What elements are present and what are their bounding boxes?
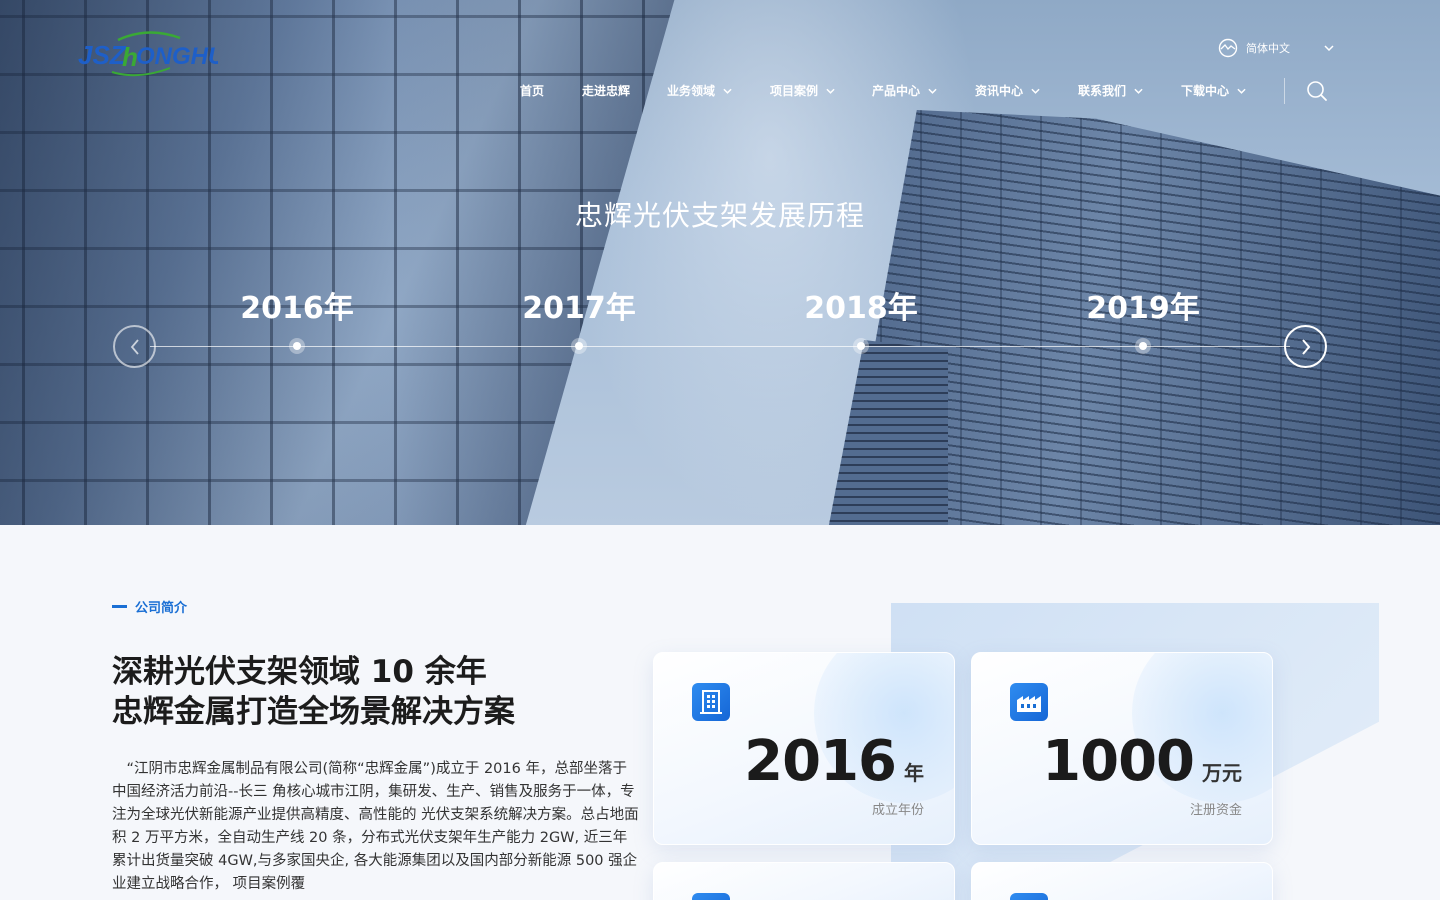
stat-label: 注册资金 <box>1189 803 1242 818</box>
nav-label: 资讯中心 <box>975 84 1024 98</box>
stat-card-founded: 2016 年 成立年份 <box>653 652 955 845</box>
svg-text:ONGHUI: ONGHUI <box>136 43 218 70</box>
timeline-year[interactable]: 2019年 <box>1063 283 1223 327</box>
stat-icon <box>1010 893 1048 900</box>
stat-number: 1000 <box>1042 729 1195 794</box>
timeline-dot[interactable] <box>571 338 587 354</box>
nav-item-business[interactable]: 业务领域 <box>667 82 732 99</box>
chevron-down-icon <box>1237 88 1246 94</box>
timeline-year[interactable]: 2018年 <box>781 283 941 327</box>
nav-item-products[interactable]: 产品中心 <box>872 82 937 99</box>
stat-card-partial <box>653 862 955 900</box>
nav-item-home[interactable]: 首页 <box>520 82 544 99</box>
stat-number: 2016 <box>744 729 897 794</box>
language-label: 简体中文 <box>1246 42 1290 55</box>
nav-item-projects[interactable]: 项目案例 <box>770 82 835 99</box>
stat-value: 2016 年 <box>744 729 924 794</box>
headline-line: 深耕光伏支架领域 10 余年 <box>112 654 487 690</box>
factory-icon <box>1010 683 1048 721</box>
nav-item-about[interactable]: 走进忠辉 <box>582 82 630 99</box>
stat-card-partial <box>971 862 1273 900</box>
chevron-down-icon <box>1031 88 1040 94</box>
chevron-down-icon <box>1324 45 1334 51</box>
chevron-down-icon <box>1134 88 1143 94</box>
nav-label: 产品中心 <box>872 84 921 98</box>
timeline-year[interactable]: 2016年 <box>217 283 377 327</box>
nav-label: 下载中心 <box>1181 84 1230 98</box>
timeline-line <box>150 346 1290 347</box>
timeline-year[interactable]: 2017年 <box>499 283 659 327</box>
chevron-left-icon <box>130 338 139 355</box>
timeline-prev-button[interactable] <box>113 325 156 368</box>
nav-divider <box>1284 78 1285 104</box>
nav-item-news[interactable]: 资讯中心 <box>975 82 1040 99</box>
timeline-next-button[interactable] <box>1284 325 1327 368</box>
svg-text:JSZ: JSZ <box>78 40 127 70</box>
section-headline: 深耕光伏支架领域 10 余年 忠辉金属打造全场景解决方案 <box>112 652 515 732</box>
chevron-down-icon <box>928 88 937 94</box>
timeline-dot[interactable] <box>1135 338 1151 354</box>
section-kicker: 公司简介 <box>112 597 187 616</box>
language-selector[interactable]: 简体中文 <box>1218 38 1334 58</box>
timeline-dot[interactable] <box>853 338 869 354</box>
nav-item-contact[interactable]: 联系我们 <box>1078 82 1143 99</box>
building-icon <box>692 683 730 721</box>
company-description: “江阴市忠辉金属制品有限公司(简称“忠辉金属”)成立于 2016 年，总部坐落于… <box>112 761 639 892</box>
hero-title: 忠辉光伏支架发展历程 <box>574 199 865 232</box>
timeline-dot[interactable] <box>289 338 305 354</box>
search-icon[interactable] <box>1306 80 1328 102</box>
chevron-down-icon <box>723 88 732 94</box>
chevron-down-icon <box>826 88 835 94</box>
company-logo[interactable]: JSZ h ONGHUI <box>78 28 218 80</box>
chevron-right-icon <box>1301 338 1310 355</box>
stat-icon <box>692 893 730 900</box>
kicker-bar <box>112 605 127 608</box>
hero-banner: JSZ h ONGHUI 简体中文 首页 走进忠辉 业务领域 项目案例 产品中心… <box>0 0 1440 525</box>
nav-label: 联系我们 <box>1078 84 1127 98</box>
globe-icon <box>1218 38 1238 58</box>
nav-label: 走进忠辉 <box>582 84 631 98</box>
headline-line: 忠辉金属打造全场景解决方案 <box>112 694 515 730</box>
kicker-label: 公司简介 <box>135 601 188 616</box>
nav-label: 业务领域 <box>667 84 716 98</box>
stat-value: 1000 万元 <box>1042 729 1242 794</box>
stat-card-capital: 1000 万元 注册资金 <box>971 652 1273 845</box>
nav-item-downloads[interactable]: 下载中心 <box>1181 82 1246 99</box>
stat-unit: 万元 <box>1202 761 1242 785</box>
stat-unit: 年 <box>904 761 924 785</box>
stat-label: 成立年份 <box>871 803 924 818</box>
nav-label: 项目案例 <box>770 84 819 98</box>
nav-label: 首页 <box>520 84 545 98</box>
